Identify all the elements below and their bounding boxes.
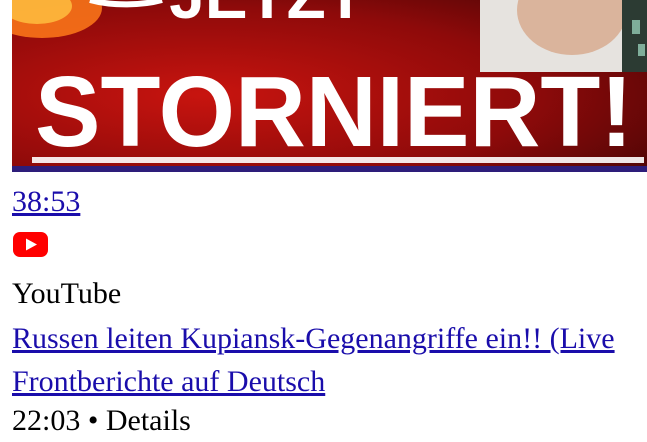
thumbnail-bottom-border — [12, 166, 647, 172]
video-title-line1: Russen leiten Kupiansk-Gegenangriffe ein… — [12, 322, 615, 355]
thumbnail-text-top: JETZT — [169, 0, 365, 32]
thumbnail-underline — [32, 157, 644, 163]
video-title-link[interactable]: Russen leiten Kupiansk-Gegenangriffe ein… — [12, 317, 647, 403]
video-title-line2: Frontberichte auf Deutsch — [12, 365, 326, 398]
published-time: 22:03 — [12, 404, 81, 437]
meta-separator: • — [87, 404, 99, 437]
details-label[interactable]: Details — [106, 404, 191, 437]
video-meta: 22:03 • Details — [12, 402, 191, 440]
video-thumbnail[interactable]: JETZT STORNIERT! — [12, 0, 647, 172]
youtube-icon — [13, 232, 48, 257]
video-duration-link[interactable]: 38:53 — [12, 184, 80, 220]
thumbnail-text-main: STORNIERT! — [35, 56, 633, 168]
video-source: YouTube — [12, 277, 122, 310]
